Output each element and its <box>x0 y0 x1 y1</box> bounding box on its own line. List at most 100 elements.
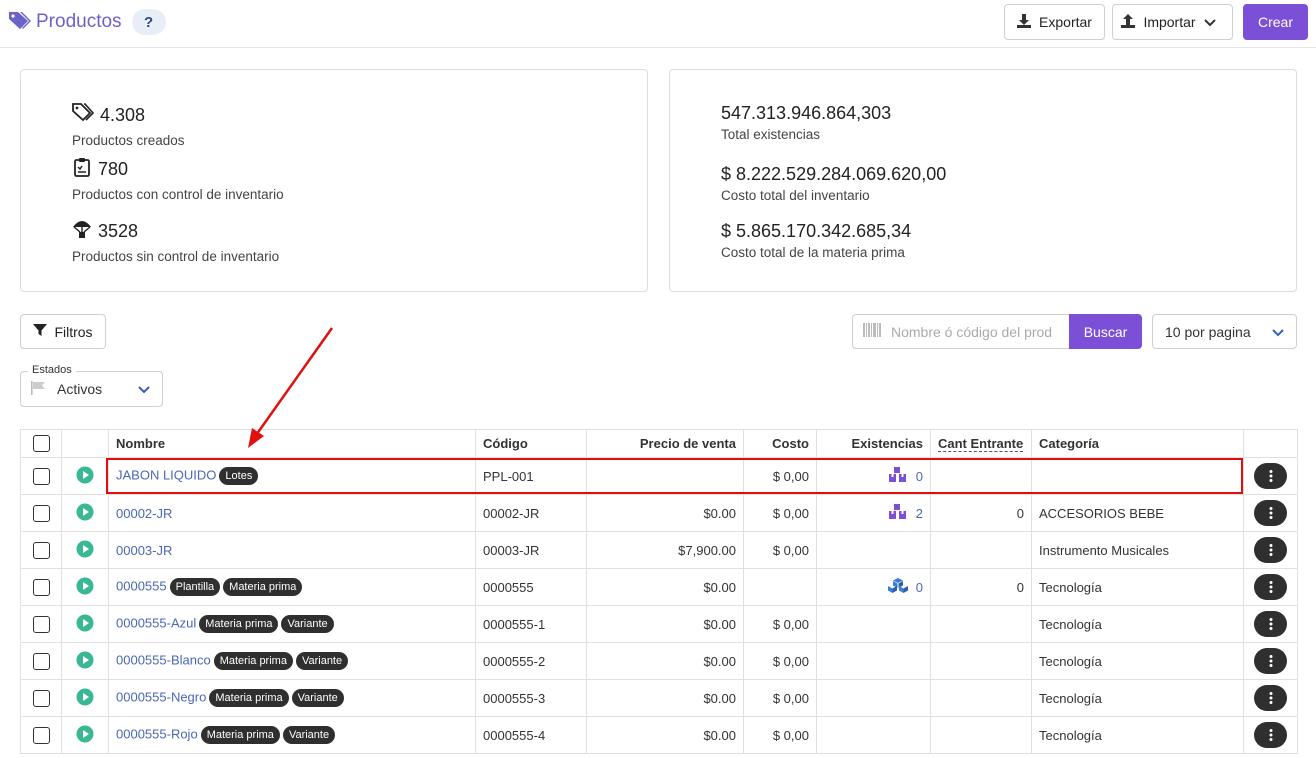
product-tag: Materia prima <box>223 578 303 596</box>
row-checkbox[interactable] <box>32 467 50 485</box>
cell-price: $0.00 <box>586 494 744 532</box>
cell-price <box>586 457 744 495</box>
more-vertical-icon <box>1269 544 1273 556</box>
row-checkbox[interactable] <box>32 689 50 707</box>
row-actions-button[interactable] <box>1254 500 1287 526</box>
stock-link[interactable]: 0 <box>916 469 923 484</box>
product-link[interactable]: 0000555 <box>116 578 167 593</box>
play-icon[interactable] <box>76 503 94 524</box>
cell-incoming <box>930 642 1032 680</box>
import-button[interactable]: Importar <box>1112 4 1233 40</box>
column-header[interactable]: Categoría <box>1031 429 1244 458</box>
column-header[interactable]: Existencias <box>816 429 931 458</box>
more-vertical-icon <box>1269 581 1273 593</box>
row-checkbox[interactable] <box>32 541 50 559</box>
play-icon[interactable] <box>76 725 94 746</box>
stat-products-created: 4.308 Productos creados <box>72 103 185 148</box>
column-header[interactable]: Código <box>475 429 587 458</box>
product-link[interactable]: 00003-JR <box>116 543 172 558</box>
stat-total-raw-material-cost: $ 5.865.170.342.685,34 Costo total de la… <box>721 221 911 260</box>
row-checkbox[interactable] <box>32 652 50 670</box>
cell-name: 0000555 Plantilla Materia prima <box>108 568 476 606</box>
barcode-icon <box>863 323 881 340</box>
cell-cost: $ 0,00 <box>743 457 817 495</box>
tag-icon <box>8 10 32 35</box>
boxes-icon <box>888 466 908 486</box>
summary-card-costs: 547.313.946.864,303 Total existencias $ … <box>669 69 1297 292</box>
search-button[interactable]: Buscar <box>1069 314 1142 349</box>
download-icon <box>1017 13 1039 31</box>
play-icon[interactable] <box>76 466 94 487</box>
cell-category: Tecnología <box>1031 642 1244 680</box>
product-link[interactable]: 00002-JR <box>116 506 172 521</box>
row-actions-button[interactable] <box>1254 574 1287 600</box>
cell-name: JABON LIQUIDO Lotes <box>108 457 476 495</box>
cell-incoming <box>930 605 1032 643</box>
cell-price: $7,900.00 <box>586 531 744 569</box>
play-icon[interactable] <box>76 577 94 598</box>
product-tag: Variante <box>295 652 349 670</box>
stat-label: Productos creados <box>72 133 185 148</box>
stat-products-without-inventory: 3528 Productos sin control de inventario <box>72 219 279 264</box>
chevron-down-icon <box>1203 14 1224 30</box>
import-label: Importar <box>1143 14 1196 30</box>
product-tag: Lotes <box>219 467 259 485</box>
cell-stock <box>816 679 931 717</box>
row-actions-button[interactable] <box>1254 685 1287 711</box>
select-all-checkbox[interactable] <box>32 435 50 453</box>
products-table: Nombre Código Precio de venta Costo Exis… <box>20 429 1298 754</box>
table-row: 0000555-Rojo Materia prima Variante 000055… <box>20 716 1298 754</box>
cell-incoming <box>930 716 1032 754</box>
cell-category: Instrumento Musicales <box>1031 531 1244 569</box>
row-checkbox[interactable] <box>32 578 50 596</box>
row-actions-button[interactable] <box>1254 722 1287 748</box>
cell-incoming <box>930 679 1032 717</box>
cell-cost: $ 0,00 <box>743 531 817 569</box>
estados-select[interactable]: Activos <box>20 371 163 407</box>
cell-category: Tecnología <box>1031 568 1244 606</box>
product-tag: Materia prima <box>213 652 293 670</box>
play-icon[interactable] <box>76 688 94 709</box>
row-checkbox[interactable] <box>32 504 50 522</box>
table-row: 00003-JR 00003-JR $7,900.00 $ 0,00 Instr… <box>20 531 1298 569</box>
column-header-dashed[interactable]: Cant Entrante <box>930 429 1032 458</box>
cell-name: 00002-JR <box>108 494 476 532</box>
cell-name: 0000555-Azul Materia prima Variante <box>108 605 476 643</box>
row-checkbox[interactable] <box>32 615 50 633</box>
cell-category: Tecnología <box>1031 679 1244 717</box>
product-link[interactable]: JABON LIQUIDO <box>116 467 216 482</box>
product-link[interactable]: 0000555-Rojo <box>116 726 198 741</box>
per-page-select[interactable]: 10 por pagina <box>1152 314 1297 349</box>
filters-button[interactable]: Filtros <box>20 314 106 349</box>
stock-link[interactable]: 0 <box>916 580 923 595</box>
cell-cost: $ 0,00 <box>743 605 817 643</box>
export-button[interactable]: Exportar <box>1004 4 1105 40</box>
play-icon[interactable] <box>76 651 94 672</box>
column-header[interactable]: Costo <box>743 429 817 458</box>
product-link[interactable]: 0000555-Blanco <box>116 652 211 667</box>
column-header[interactable]: Nombre <box>108 429 476 458</box>
table-row: 0000555-Negro Materia prima Variante 00005… <box>20 679 1298 717</box>
product-link[interactable]: 0000555-Azul <box>116 615 196 630</box>
cell-stock: 2 <box>816 494 931 532</box>
flag-icon <box>31 380 57 398</box>
play-icon[interactable] <box>76 614 94 635</box>
cubes-icon <box>887 577 908 597</box>
help-button[interactable]: ? <box>131 9 166 35</box>
cell-name: 0000555-Negro Materia prima Variante <box>108 679 476 717</box>
row-actions-button[interactable] <box>1254 648 1287 674</box>
table-row: 00002-JR 00002-JR $0.00 $ 0,00 2 0 ACCES… <box>20 494 1298 532</box>
product-tag: Variante <box>291 689 344 707</box>
column-header[interactable]: Precio de venta <box>586 429 744 458</box>
more-vertical-icon <box>1269 692 1273 704</box>
search-input[interactable] <box>891 323 1061 340</box>
row-actions-button[interactable] <box>1254 537 1287 563</box>
search-field[interactable] <box>852 314 1070 349</box>
create-button[interactable]: Crear <box>1243 4 1308 40</box>
play-icon[interactable] <box>76 540 94 561</box>
row-actions-button[interactable] <box>1254 463 1287 489</box>
row-actions-button[interactable] <box>1254 611 1287 637</box>
row-checkbox[interactable] <box>32 726 50 744</box>
stock-link[interactable]: 2 <box>916 506 923 521</box>
product-link[interactable]: 0000555-Negro <box>116 689 206 704</box>
